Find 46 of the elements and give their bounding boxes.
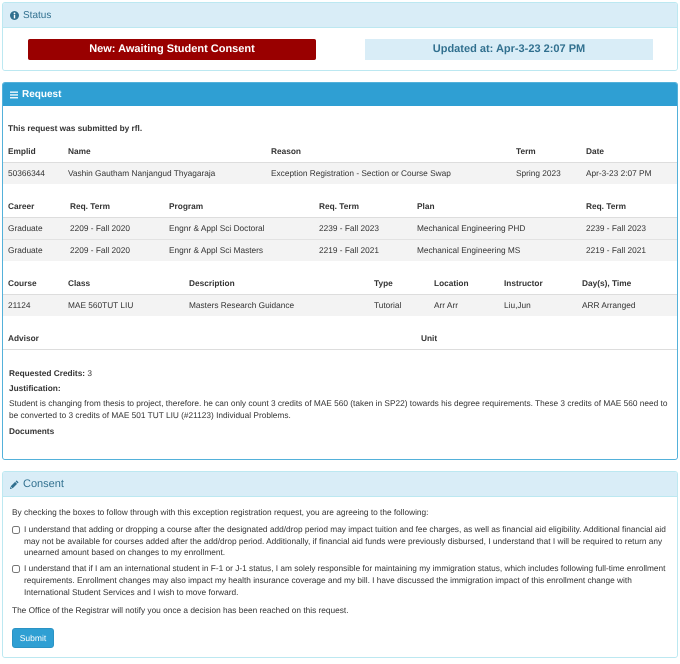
table-cell: Apr-3-23 2:07 PM — [581, 162, 677, 184]
table-cell: Engnr & Appl Sci Doctoral — [164, 218, 314, 240]
table-cell: ARR Arranged — [577, 294, 677, 316]
status-banner: New: Awaiting Student Consent — [28, 39, 316, 60]
submit-button[interactable]: Submit — [12, 628, 54, 648]
table-cell: Masters Research Guidance — [184, 294, 369, 316]
table-cell: 2209 - Fall 2020 — [65, 240, 164, 261]
consent-intro: By checking the boxes to follow through with this exception registration request, you are agreeing to the following: — [12, 506, 430, 518]
checkbox[interactable] — [12, 565, 20, 574]
justification-label: Justification: — [9, 382, 62, 394]
table-cell: 50366344 — [3, 162, 63, 184]
table-cell: 2239 - Fall 2023 — [314, 218, 412, 240]
table-cell: 2219 - Fall 2021 — [314, 240, 412, 261]
table-cell: Graduate — [3, 218, 65, 240]
table-cell: 21124 — [3, 294, 63, 316]
table-cell: Exception Registration - Section or Course Swap — [266, 162, 511, 184]
table-cell: Engnr & Appl Sci Masters — [164, 240, 314, 261]
documents-label: Documents — [9, 425, 56, 437]
column-header: Unit — [416, 327, 677, 350]
checkbox[interactable] — [12, 526, 20, 534]
table-cell: Graduate — [3, 240, 65, 261]
table-cell: Mechanical Engineering PHD — [412, 218, 581, 240]
pencil-icon — [10, 480, 19, 488]
justification-text: Student is changing from thesis to project, therefore. he can only count 3 credits of MAE 560 (taken in SP22) towards his degree requirements. These 3 credits of MAE 560 need to be converted to 3 credits of MAE 501 TUT LIU (#21123) Individual Problems. — [9, 397, 668, 421]
column-header: Advisor — [3, 327, 416, 350]
updated-banner: Updated at: Apr-3-23 2:07 PM — [365, 39, 653, 60]
table-cell: Liu,Jun — [499, 294, 577, 316]
info-icon — [10, 10, 19, 20]
submitted-note: This request was submitted by rfl. — [7, 122, 144, 134]
table-cell: Arr Arr — [429, 294, 499, 316]
list-icon — [10, 90, 18, 98]
consent-statement: I understand that if I am an international student in F-1 or J-1 status, I am solely responsible for maintaining my immigration status, which includes following full-time enrollment requirements. Enrollment changes may also impact my health insurance coverage and my bill. I have discussed the immigration impact of this enrollment change with International Student Services and I wish to move forward. — [24, 563, 666, 598]
consent-statement: I understand that adding or dropping a course after the designated add/drop period may impact tuition and fee charges, as well as financial aid eligibility. Additional financial aid may not be available for courses added after the add/drop period. Additionally, if financial aid funds were previously disbursed, I understand that I will be required to return any unearned amount based on changes to my enrollment. — [24, 524, 667, 560]
registrar-note: The Office of the Registrar will notify you once a decision has been reached on this request. — [12, 604, 350, 616]
table-cell: 2219 - Fall 2021 — [581, 240, 677, 261]
table-cell: Mechanical Engineering MS — [412, 240, 581, 261]
panel-title: Request — [22, 89, 62, 100]
table-cell: Vashin Gautham Nanjangud Thyagaraja — [63, 162, 266, 184]
table-cell: MAE 560TUT LIU — [63, 294, 184, 316]
table-cell: 2209 - Fall 2020 — [65, 218, 164, 240]
panel-title: Consent — [23, 478, 64, 490]
table-cell: Spring 2023 — [511, 162, 581, 184]
requested-credits: Requested Credits: 3 — [9, 367, 93, 379]
table-cell: Tutorial — [369, 294, 429, 316]
panel-title: Status — [23, 10, 52, 20]
table-cell: 2239 - Fall 2023 — [581, 218, 677, 240]
